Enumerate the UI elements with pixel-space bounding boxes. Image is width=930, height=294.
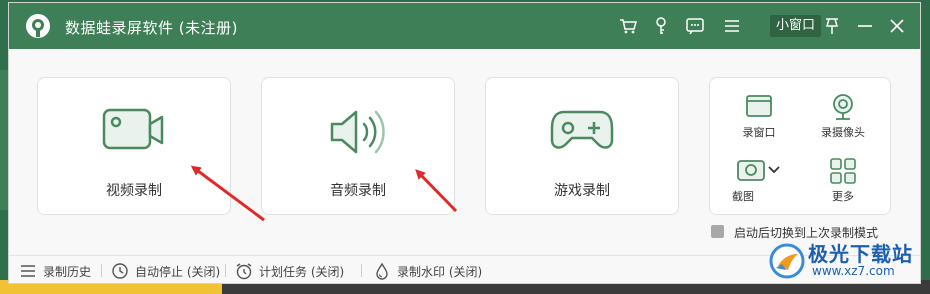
game-record-label: 游戏录制 <box>554 183 610 199</box>
mini-window-button[interactable]: 小窗口 <box>770 15 822 37</box>
list-icon <box>21 265 35 277</box>
audio-record-label: 音频录制 <box>330 183 386 199</box>
menu-icon[interactable] <box>721 15 743 37</box>
message-icon[interactable] <box>684 15 706 37</box>
auto-stop-label: 自动停止 (关闭) <box>135 265 221 279</box>
minimize-icon[interactable] <box>854 15 876 37</box>
webcam-icon <box>833 94 853 120</box>
title-bar: 数据蛙录屏软件 (未注册) 小窗口 <box>9 3 920 49</box>
audio-record-card[interactable]: 音频录制 <box>261 77 455 215</box>
schedule-label: 计划任务 (关闭) <box>259 265 345 279</box>
cart-icon[interactable] <box>617 15 639 37</box>
video-record-card[interactable]: 视频录制 <box>37 77 231 215</box>
tools-panel: 录窗口 录摄像头 截图 更多 <box>709 77 891 215</box>
alarm-icon <box>236 263 252 280</box>
screenshot-label: 截图 <box>732 190 754 203</box>
gamepad-icon <box>550 110 614 149</box>
restore-mode-checkbox[interactable] <box>711 225 724 238</box>
screenshot-tool[interactable]: 截图 <box>714 146 804 214</box>
more-label: 更多 <box>832 190 854 203</box>
pin-icon[interactable] <box>821 15 843 37</box>
game-record-card[interactable]: 游戏录制 <box>485 77 679 215</box>
key-icon[interactable] <box>650 15 672 37</box>
grid-icon <box>830 158 856 184</box>
video-camera-icon <box>102 108 164 150</box>
app-logo-icon <box>26 14 50 38</box>
site-logo-icon <box>769 243 805 279</box>
record-webcam-label: 录摄像头 <box>821 126 865 139</box>
site-name: 极光下载站 <box>808 242 913 266</box>
screenshot-icon <box>737 160 780 181</box>
footer-divider <box>225 264 226 277</box>
record-window-label: 录窗口 <box>742 126 776 139</box>
site-url: www.xz7.com <box>812 264 895 278</box>
app-title: 数据蛙录屏软件 (未注册) <box>65 19 238 37</box>
history-label: 录制历史 <box>43 265 92 279</box>
footer-divider <box>361 264 362 277</box>
droplet-icon <box>376 262 388 280</box>
more-tool[interactable]: 更多 <box>798 146 888 214</box>
record-window-tool[interactable]: 录窗口 <box>714 82 804 150</box>
video-record-label: 视频录制 <box>106 183 162 199</box>
watermark-label: 录制水印 (关闭) <box>397 265 483 279</box>
site-watermark: 极光下载站 www.xz7.com <box>768 236 928 286</box>
footer-divider <box>101 264 102 277</box>
close-icon[interactable] <box>886 15 908 37</box>
speaker-icon <box>330 110 385 154</box>
window-icon <box>746 95 772 117</box>
record-webcam-tool[interactable]: 录摄像头 <box>798 82 888 150</box>
clock-icon <box>112 263 128 279</box>
